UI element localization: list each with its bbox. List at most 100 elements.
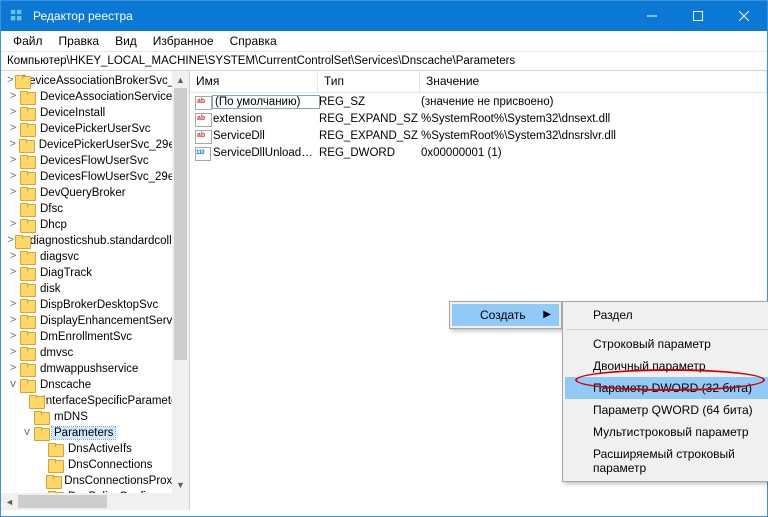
chevron-right-icon[interactable]: > [7, 348, 19, 359]
scroll-thumb-h[interactable] [18, 495, 107, 508]
tree-scrollbar-horizontal[interactable]: ◄ ► [1, 493, 172, 510]
chevron-right-icon[interactable]: > [7, 172, 19, 183]
tree-item[interactable]: >DisplayEnhancementService [1, 313, 189, 329]
tree-label: dmvsc [38, 347, 75, 359]
value-data: %SystemRoot%\System32\dnsext.dll [421, 113, 767, 125]
tree-item[interactable]: InterfaceSpecificParameters [1, 393, 189, 409]
app-icon [9, 8, 25, 24]
scroll-thumb[interactable] [174, 88, 187, 360]
folder-icon [34, 427, 49, 440]
tree-item[interactable]: > diagsvc [1, 249, 189, 265]
tree-item[interactable]: >DiagTrack [1, 265, 189, 281]
chevron-right-icon[interactable]: > [7, 332, 19, 343]
tree-label: DeviceAssociationBrokerSvc_29 [19, 75, 189, 87]
ctx-dword32[interactable]: Параметр DWORD (32 бита) [565, 377, 768, 399]
tree-label: diagsvc [38, 251, 81, 263]
tree-item[interactable]: > dmvsc [1, 345, 189, 361]
chevron-right-icon[interactable]: > [7, 316, 19, 327]
col-type[interactable]: Тип [318, 71, 420, 92]
tree-item[interactable]: DnsConnectionsProxies [1, 473, 189, 489]
tree-item[interactable]: > DevicePickerUserSvc_29ec9 [1, 137, 189, 153]
chevron-down-icon[interactable]: v [7, 380, 19, 391]
titlebar: Редактор реестра [1, 1, 767, 31]
chevron-right-icon[interactable]: > [7, 220, 19, 231]
ctx-create[interactable]: Создать ▶ [452, 304, 559, 326]
tree-item[interactable]: disk [1, 281, 189, 297]
folder-icon [20, 155, 35, 168]
tree-item[interactable]: >DmEnrollmentSvc [1, 329, 189, 345]
ctx-expand[interactable]: Расширяемый строковый параметр [565, 443, 768, 479]
value-name: extension [213, 113, 319, 125]
tree-item[interactable]: >DevQueryBroker [1, 185, 189, 201]
tree-item[interactable]: vParameters [1, 425, 189, 441]
tree-item[interactable]: >Dhcp [1, 217, 189, 233]
menu-edit[interactable]: Правка [51, 32, 108, 50]
close-button[interactable] [721, 1, 767, 31]
tree-item[interactable]: > DeviceAssociationBrokerSvc_29 [1, 73, 189, 89]
maximize-button[interactable] [675, 1, 721, 31]
ctx-key[interactable]: Раздел [565, 304, 768, 326]
tree-item[interactable]: v Dnscache [1, 377, 189, 393]
ctx-multi[interactable]: Мультистроковый параметр [565, 421, 768, 443]
chevron-right-icon[interactable]: > [7, 108, 19, 119]
chevron-right-icon[interactable]: > [7, 188, 19, 199]
chevron-down-icon[interactable]: v [21, 428, 33, 439]
menu-file[interactable]: Файл [5, 32, 51, 50]
tree-label: dmwappushservice [38, 363, 140, 375]
string-value-icon [194, 94, 210, 110]
tree-item[interactable]: Dfsc [1, 201, 189, 217]
tree-label: Dnscache [38, 379, 93, 391]
address-bar[interactable]: Компьютер\HKEY_LOCAL_MACHINE\SYSTEM\Curr… [1, 52, 767, 71]
chevron-right-icon[interactable]: > [7, 268, 19, 279]
folder-icon [20, 283, 35, 296]
scroll-left-icon[interactable]: ◄ [1, 493, 18, 510]
folder-icon [20, 107, 35, 120]
tree-label: DevicePickerUserSvc_29ec9 [37, 139, 189, 151]
col-name[interactable]: Имя [190, 71, 318, 92]
ctx-string[interactable]: Строковый параметр [565, 333, 768, 355]
folder-icon [15, 235, 24, 248]
tree-item[interactable]: >DevicesFlowUserSvc_29ec9 [1, 169, 189, 185]
tree-item[interactable]: DnsConnections [1, 457, 189, 473]
tree-label: DnsConnectionsProxies [62, 475, 189, 487]
list-row[interactable]: ServiceDllUnloadOnSt...REG_DWORD0x000000… [190, 144, 767, 161]
tree-item[interactable]: DnsActiveIfs [1, 441, 189, 457]
chevron-right-icon[interactable]: > [7, 156, 19, 167]
menu-help[interactable]: Справка [222, 32, 285, 50]
ctx-qword64[interactable]: Параметр QWORD (64 бита) [565, 399, 768, 421]
list-row[interactable]: ServiceDllREG_EXPAND_SZ%SystemRoot%\Syst… [190, 127, 767, 144]
col-value[interactable]: Значение [420, 71, 767, 92]
list-row[interactable]: extensionREG_EXPAND_SZ%SystemRoot%\Syste… [190, 110, 767, 127]
menu-favorites[interactable]: Избранное [145, 32, 222, 50]
folder-icon [29, 395, 38, 408]
ctx-binary[interactable]: Двоичный параметр [565, 355, 768, 377]
tree-item[interactable]: > dmwappushservice [1, 361, 189, 377]
folder-icon [20, 299, 35, 312]
tree-label: DeviceAssociationService [38, 91, 174, 103]
chevron-right-icon[interactable]: > [7, 76, 14, 87]
tree-item[interactable]: >DevicesFlowUserSvc [1, 153, 189, 169]
minimize-button[interactable] [629, 1, 675, 31]
chevron-right-icon[interactable]: > [7, 140, 18, 151]
list-row[interactable]: (По умолчанию)REG_SZ(значение не присвое… [190, 93, 767, 110]
chevron-right-icon[interactable]: > [7, 300, 19, 311]
tree-item[interactable]: >DevicePickerUserSvc [1, 121, 189, 137]
folder-icon [20, 331, 35, 344]
folder-icon [20, 187, 35, 200]
folder-icon [20, 91, 35, 104]
tree-item[interactable]: >DispBrokerDesktopSvc [1, 297, 189, 313]
chevron-right-icon[interactable]: > [7, 236, 14, 247]
tree-item[interactable]: >DeviceInstall [1, 105, 189, 121]
tree-item[interactable]: >diagnosticshub.standardcollect [1, 233, 189, 249]
tree-label: InterfaceSpecificParameters [41, 395, 189, 407]
tree-item[interactable]: mDNS [1, 409, 189, 425]
scroll-up-icon[interactable]: ▲ [172, 71, 189, 88]
tree-item[interactable]: > DeviceAssociationService [1, 89, 189, 105]
tree-scrollbar-vertical[interactable]: ▲ ▼ [172, 71, 189, 493]
chevron-right-icon[interactable]: > [7, 252, 19, 263]
chevron-right-icon[interactable]: > [7, 92, 19, 103]
chevron-right-icon[interactable]: > [7, 364, 19, 375]
scroll-down-icon[interactable]: ▼ [172, 476, 189, 493]
chevron-right-icon[interactable]: > [7, 124, 19, 135]
menu-view[interactable]: Вид [107, 32, 145, 50]
